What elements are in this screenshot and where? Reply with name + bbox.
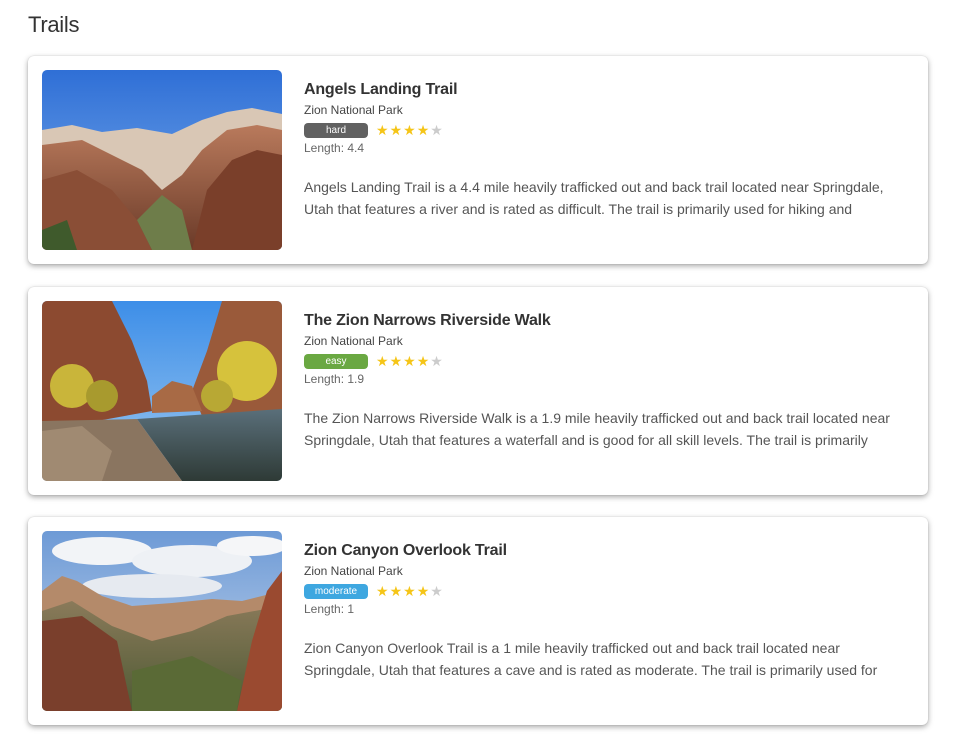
trail-card[interactable]: Angels Landing Trail Zion National Park … — [28, 56, 928, 264]
star-rating: ★★★★★ — [376, 121, 444, 138]
star-icon: ★ — [430, 121, 444, 138]
difficulty-badge: hard — [304, 122, 368, 138]
star-icon: ★ — [376, 121, 390, 138]
star-icon: ★ — [416, 121, 431, 138]
trail-description: Zion Canyon Overlook Trail is a 1 mile h… — [304, 640, 878, 678]
trail-image[interactable] — [42, 70, 282, 250]
star-icon: ★ — [416, 582, 431, 599]
trail-length: Length: 1.9 — [304, 372, 365, 386]
star-icon: ★ — [403, 352, 417, 369]
trail-length: Length: 4.4 — [304, 141, 365, 155]
star-icon: ★ — [430, 582, 444, 599]
trail-card[interactable]: Zion Canyon Overlook Trail Zion National… — [28, 517, 928, 725]
trail-length: Length: 1 — [304, 602, 355, 616]
park-name: Zion National Park — [304, 103, 403, 117]
park-name: Zion National Park — [304, 334, 403, 348]
star-icon: ★ — [389, 582, 404, 599]
trail-name[interactable]: Zion Canyon Overlook Trail — [304, 541, 914, 561]
trail-name[interactable]: Angels Landing Trail — [304, 80, 914, 100]
trail-image[interactable] — [42, 301, 282, 481]
trail-description: Angels Landing Trail is a 4.4 mile heavi… — [304, 179, 884, 217]
star-icon: ★ — [430, 352, 444, 369]
star-icon: ★ — [403, 582, 417, 599]
river-canyon-photo — [42, 301, 282, 481]
star-icon: ★ — [376, 352, 390, 369]
star-icon: ★ — [403, 121, 417, 138]
cloudy-canyon-photo — [42, 531, 282, 711]
star-icon: ★ — [416, 352, 431, 369]
trail-image[interactable] — [42, 531, 282, 711]
star-rating: ★★★★★ — [376, 352, 444, 369]
star-icon: ★ — [389, 352, 404, 369]
canyon-overlook-photo — [42, 70, 282, 250]
trail-name[interactable]: The Zion Narrows Riverside Walk — [304, 311, 914, 331]
star-icon: ★ — [376, 582, 390, 599]
trail-card[interactable]: The Zion Narrows Riverside Walk Zion Nat… — [28, 287, 928, 495]
star-rating: ★★★★★ — [376, 582, 444, 599]
difficulty-badge: moderate — [304, 583, 368, 599]
trail-description: The Zion Narrows Riverside Walk is a 1.9… — [304, 410, 890, 448]
park-name: Zion National Park — [304, 564, 403, 578]
trails-page: Trails Angels Landing Trail Zion Nationa… — [0, 0, 964, 738]
difficulty-badge: easy — [304, 353, 368, 369]
page-title: Trails — [28, 12, 80, 37]
star-icon: ★ — [389, 121, 404, 138]
